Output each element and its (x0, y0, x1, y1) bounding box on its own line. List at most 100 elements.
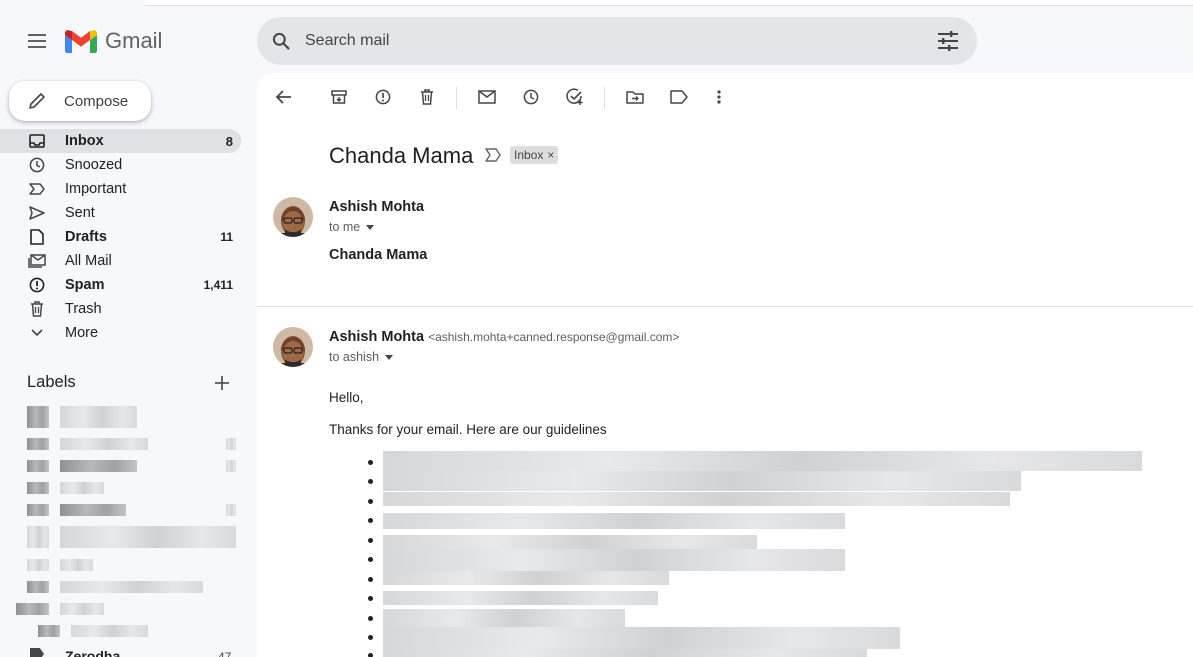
spam-icon (28, 277, 46, 293)
label-icon[interactable] (27, 482, 49, 494)
label-icon[interactable] (27, 559, 49, 571)
back-icon[interactable] (274, 87, 294, 107)
list-bullet (368, 653, 373, 657)
report-spam-icon[interactable] (373, 87, 393, 107)
gmail-logo[interactable]: Gmail (65, 28, 162, 54)
sender-email: <ashish.mohta+canned.response@gmail.com> (428, 330, 680, 344)
clock-icon (28, 157, 46, 173)
sidebar-item-more[interactable]: More (0, 321, 241, 345)
message-snippet[interactable]: Chanda Mama (329, 247, 427, 263)
list-item (383, 591, 658, 605)
send-icon (28, 205, 46, 221)
label-item-zerodha[interactable]: Zerodha (65, 648, 120, 657)
label-item[interactable] (60, 504, 126, 516)
sender-name[interactable]: Ashish Mohta (329, 329, 424, 345)
gmail-m-icon (65, 30, 97, 53)
label-item[interactable] (60, 438, 148, 450)
compose-button[interactable]: Compose (9, 81, 151, 121)
all-mail-icon (28, 253, 46, 269)
label-item[interactable] (71, 625, 148, 637)
list-item (383, 492, 1010, 506)
list-item (383, 549, 845, 571)
sidebar-item-all-mail[interactable]: All Mail (0, 249, 241, 273)
sidebar-item-important[interactable]: Important (0, 177, 241, 201)
recipient-details-toggle[interactable]: to me (329, 220, 375, 234)
label-icon[interactable] (16, 603, 49, 615)
sidebar-item-label: Important (65, 181, 127, 197)
label-icon[interactable] (27, 460, 49, 472)
search-icon[interactable] (271, 31, 291, 51)
main-menu-button[interactable] (22, 26, 52, 56)
list-bullet (368, 577, 373, 582)
label-item[interactable] (60, 603, 104, 615)
label-icon[interactable] (27, 438, 49, 450)
sender-line: Ashish Mohta <ashish.mohta+canned.respons… (329, 329, 679, 345)
caret-down-icon (385, 354, 394, 360)
snooze-icon[interactable] (521, 87, 541, 107)
sidebar-item-label: Inbox (65, 133, 104, 149)
add-task-icon[interactable] (565, 87, 585, 107)
label-icon[interactable] (38, 625, 60, 637)
list-bullet (368, 557, 373, 562)
sidebar-item-inbox[interactable]: Inbox 8 (0, 129, 241, 153)
label-count (226, 460, 236, 472)
recipient-details-toggle[interactable]: to ashish (329, 350, 394, 364)
label-item[interactable] (60, 482, 104, 494)
avatar[interactable] (273, 327, 313, 367)
label-item[interactable] (60, 526, 236, 548)
sidebar-item-snoozed[interactable]: Snoozed (0, 153, 241, 177)
search-options-icon[interactable] (937, 31, 959, 51)
search-input[interactable] (305, 32, 905, 50)
important-icon (28, 181, 46, 197)
label-chip-text: Inbox (514, 148, 544, 162)
importance-marker-icon[interactable] (485, 148, 501, 162)
app-name: Gmail (105, 28, 163, 53)
sidebar-nav: Inbox 8 Snoozed Important Sent Drafts 11… (0, 129, 241, 345)
list-bullet (368, 538, 373, 543)
message-divider (257, 306, 1193, 307)
recipient-text: to me (329, 220, 361, 234)
list-bullet (368, 518, 373, 523)
toolbar-divider (604, 87, 605, 109)
sidebar-item-sent[interactable]: Sent (0, 201, 241, 225)
label-item[interactable] (60, 581, 203, 593)
label-item[interactable] (60, 406, 137, 428)
sidebar-item-label: Spam (65, 277, 105, 293)
sidebar-item-label: All Mail (65, 253, 112, 269)
more-vert-icon[interactable] (709, 87, 729, 107)
sidebar-item-label: Sent (65, 205, 95, 221)
message-greeting: Hello, (329, 390, 364, 405)
remove-label-button[interactable]: × (547, 148, 554, 162)
message-view: Chanda Mama Inbox × Ashish Mohta to me C… (257, 73, 1193, 657)
top-border (145, 0, 1193, 6)
sidebar-item-spam[interactable]: Spam 1,411 (0, 273, 241, 297)
sidebar-item-label: Trash (65, 301, 102, 317)
label-item[interactable] (60, 460, 137, 472)
compose-label: Compose (64, 92, 129, 110)
hamburger-icon (28, 34, 46, 36)
label-icon[interactable] (27, 581, 49, 593)
add-label-icon[interactable] (213, 374, 231, 392)
label-tag-icon (30, 648, 44, 657)
label-icon[interactable] (27, 504, 49, 516)
sidebar-item-label: Drafts (65, 229, 107, 245)
avatar[interactable] (273, 197, 313, 237)
sidebar-item-trash[interactable]: Trash (0, 297, 241, 321)
list-bullet (368, 479, 373, 484)
archive-icon[interactable] (329, 87, 349, 107)
delete-icon[interactable] (417, 87, 437, 107)
list-item (383, 451, 1142, 471)
list-item (383, 571, 669, 585)
list-bullet (368, 596, 373, 601)
move-to-icon[interactable] (625, 87, 645, 107)
pencil-icon (29, 93, 45, 109)
sender-name[interactable]: Ashish Mohta (329, 199, 424, 215)
label-icon[interactable] (669, 87, 689, 107)
label-icon[interactable] (27, 526, 49, 548)
label-icon[interactable] (27, 406, 49, 428)
search-bar[interactable] (257, 17, 977, 65)
label-item[interactable] (60, 559, 93, 571)
sidebar-item-drafts[interactable]: Drafts 11 (0, 225, 241, 249)
list-bullet (368, 635, 373, 640)
mark-unread-icon[interactable] (477, 87, 497, 107)
